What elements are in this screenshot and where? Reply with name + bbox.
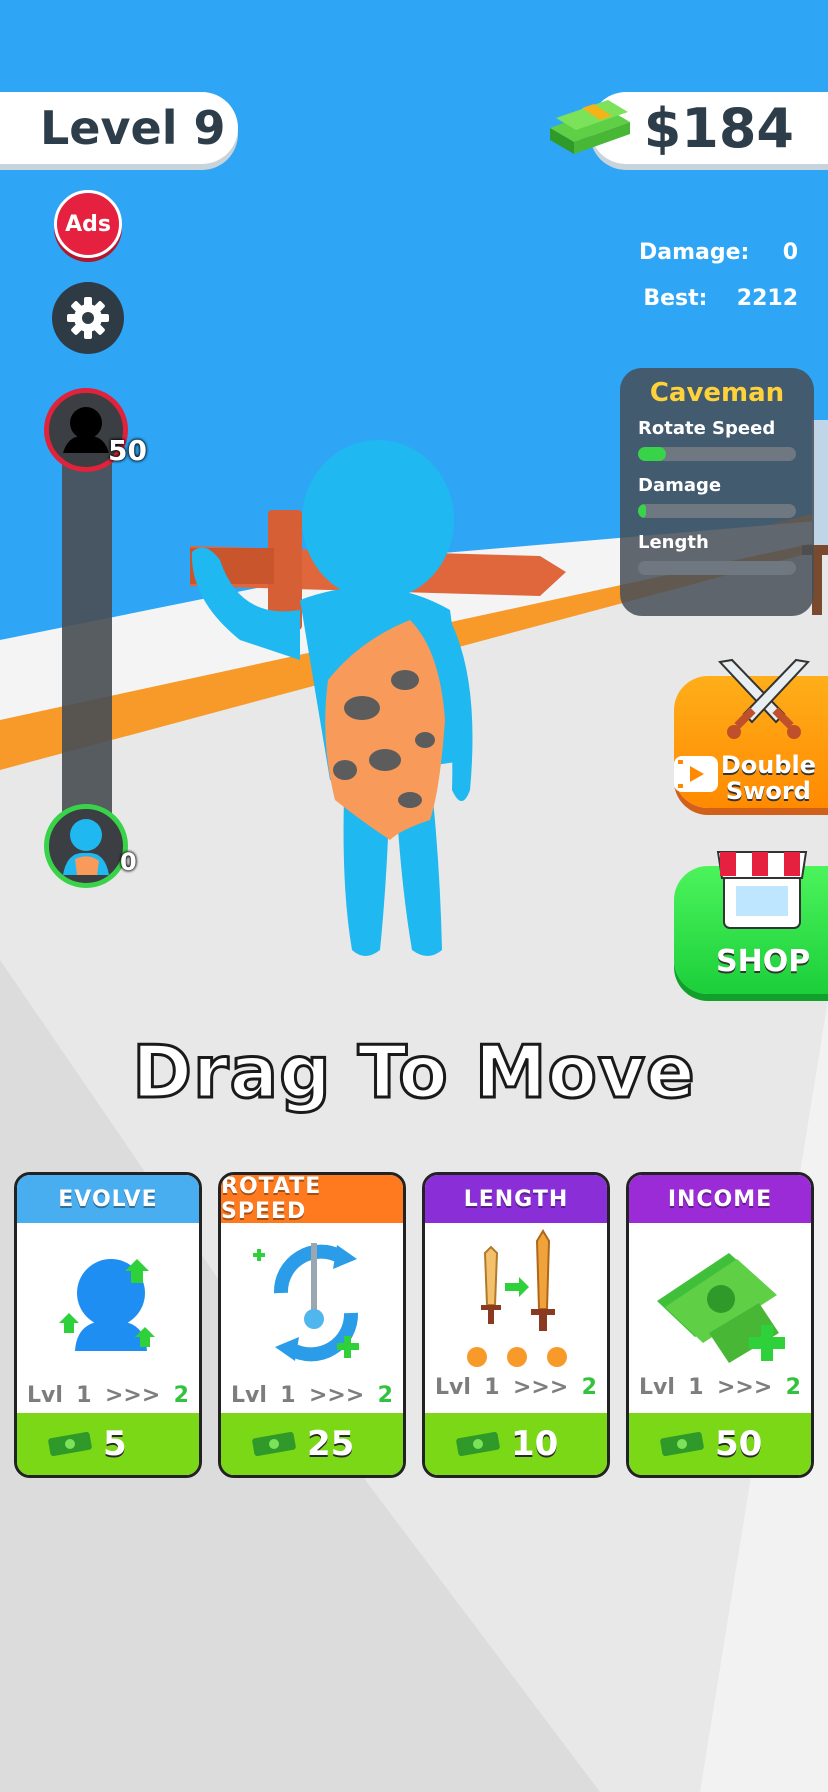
rotate-speed-bar xyxy=(638,447,796,461)
card-level: Lvl 1 >>> 2 xyxy=(639,1375,801,1400)
card-price-bar[interactable]: 25 xyxy=(221,1413,403,1475)
length-bar xyxy=(638,561,796,575)
card-level: Lvl 1 >>> 2 xyxy=(231,1383,393,1408)
card-level: Lvl 1 >>> 2 xyxy=(435,1375,597,1400)
damage-stat: Damage: 0 xyxy=(639,240,798,265)
lvl-arrows: >>> xyxy=(308,1383,365,1408)
best-label: Best: xyxy=(643,286,708,311)
rotate-speed-icon xyxy=(253,1243,359,1362)
lvl-arrows: >>> xyxy=(104,1383,161,1408)
card-price-bar[interactable]: 50 xyxy=(629,1413,811,1475)
level-label: Level 9 xyxy=(40,101,226,155)
gear-icon xyxy=(67,297,109,339)
lvl-to: 2 xyxy=(785,1375,801,1400)
double-sword-label: Double Sword xyxy=(721,752,816,804)
drag-to-move-hint: Drag To Move xyxy=(131,1029,696,1116)
character-name: Caveman xyxy=(649,378,785,408)
cash-bill-icon xyxy=(48,1432,92,1456)
shop-storefront-icon xyxy=(716,851,808,929)
income-icon xyxy=(657,1253,785,1363)
lvl-to: 2 xyxy=(377,1383,393,1408)
lvl-from: 1 xyxy=(280,1383,296,1408)
card-price: 50 xyxy=(715,1424,763,1464)
shop-label: SHOP xyxy=(716,944,811,979)
stat-label: Damage xyxy=(638,475,722,496)
stat-label: Rotate Speed xyxy=(638,418,776,439)
lvl-from: 1 xyxy=(688,1375,704,1400)
caveman-avatar-icon xyxy=(63,819,109,875)
card-price: 25 xyxy=(307,1424,355,1464)
card-level: Lvl 1 >>> 2 xyxy=(27,1383,189,1408)
ads-label: Ads xyxy=(65,211,111,237)
damage-value: 0 xyxy=(782,240,798,265)
cash-bill-icon xyxy=(660,1432,704,1456)
lvl-to: 2 xyxy=(173,1383,189,1408)
remove-ads-button[interactable]: Ads xyxy=(54,190,122,258)
level-indicator: Level 9 xyxy=(0,92,238,164)
crossed-swords-icon xyxy=(717,658,811,739)
best-stat: Best: 2212 xyxy=(643,286,798,311)
lvl-label: Lvl xyxy=(639,1375,675,1400)
double-sword-line2: Sword xyxy=(725,777,811,805)
damage-bar xyxy=(638,504,796,518)
lvl-label: Lvl xyxy=(435,1375,471,1400)
card-price-bar[interactable]: 5 xyxy=(17,1413,199,1475)
double-sword-line1: Double xyxy=(720,751,816,779)
damage-label: Damage: xyxy=(639,240,750,265)
cash-bill-icon xyxy=(456,1432,500,1456)
watch-video-icon xyxy=(674,756,718,792)
current-evolution-avatar xyxy=(44,804,128,888)
length-upgrade-card[interactable]: LENGTH Lvl 1 >>> 2 10 xyxy=(422,1172,610,1478)
income-upgrade-card[interactable]: INCOME Lvl 1 >>> 2 50 xyxy=(626,1172,814,1478)
stat-label: Length xyxy=(638,532,709,553)
lvl-to: 2 xyxy=(581,1375,597,1400)
money-value: $184 xyxy=(643,96,794,160)
evolution-progress-track xyxy=(62,420,112,830)
card-title: EVOLVE xyxy=(17,1175,199,1223)
rotate-speed-upgrade-card[interactable]: ROTATE SPEED Lvl 1 >>> 2 25 xyxy=(218,1172,406,1478)
card-price: 10 xyxy=(511,1424,559,1464)
lvl-label: Lvl xyxy=(231,1383,267,1408)
card-title: ROTATE SPEED xyxy=(221,1175,403,1224)
lvl-from: 1 xyxy=(76,1383,92,1408)
card-price: 5 xyxy=(103,1424,127,1464)
length-icon xyxy=(467,1229,567,1367)
best-value: 2212 xyxy=(736,286,798,311)
character-stats-panel: Caveman Rotate Speed Damage Length xyxy=(620,368,814,616)
card-price-bar[interactable]: 10 xyxy=(425,1413,607,1475)
evolve-icon xyxy=(59,1259,155,1351)
lvl-from: 1 xyxy=(484,1375,500,1400)
next-evolution-value: 50 xyxy=(108,434,147,467)
evolve-upgrade-card[interactable]: EVOLVE Lvl 1 >>> 2 5 xyxy=(14,1172,202,1478)
cash-stack-icon xyxy=(550,100,630,154)
card-title: INCOME xyxy=(629,1175,811,1223)
current-evolution-value: 0 xyxy=(120,848,137,876)
lvl-arrows: >>> xyxy=(716,1375,773,1400)
cash-bill-icon xyxy=(252,1432,296,1456)
card-title: LENGTH xyxy=(425,1175,607,1223)
lvl-arrows: >>> xyxy=(512,1375,569,1400)
lvl-label: Lvl xyxy=(27,1383,63,1408)
settings-button[interactable] xyxy=(52,282,124,354)
